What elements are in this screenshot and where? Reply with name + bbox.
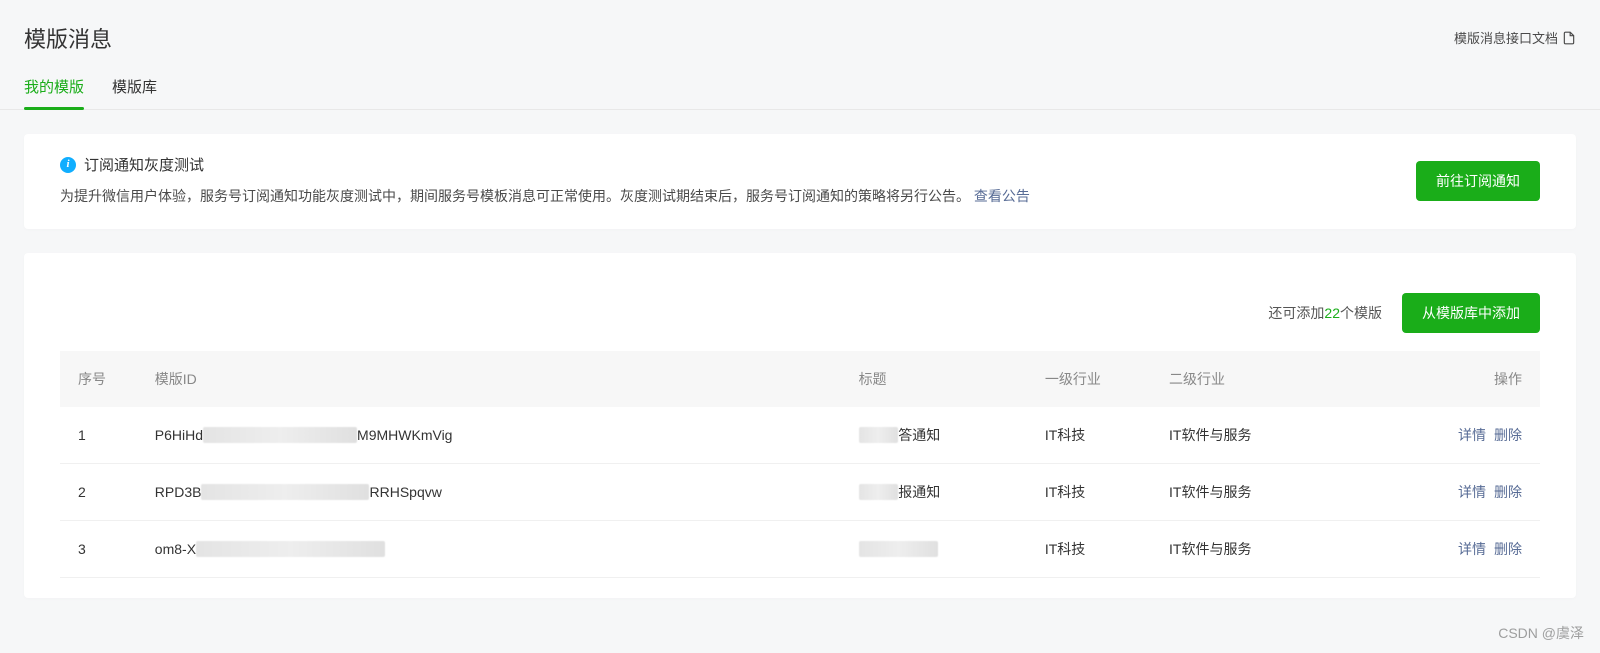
cell-ops: 详情删除 (1416, 521, 1540, 578)
quota-count: 22 (1324, 305, 1340, 321)
cell-template-id: P6HiHdxxxxxxxxxxxxxxxxxxxxxxM9MHWKmVig (143, 407, 847, 464)
th-cat2: 二级行业 (1157, 351, 1416, 407)
page-title: 模版消息 (24, 22, 112, 54)
th-id: 模版ID (143, 351, 847, 407)
quota-suffix: 个模版 (1340, 305, 1382, 321)
notice-announcement-link[interactable]: 查看公告 (974, 188, 1030, 204)
quota-prefix: 还可添加 (1268, 305, 1324, 321)
cell-cat2: IT软件与服务 (1157, 464, 1416, 521)
th-seq: 序号 (60, 351, 143, 407)
delete-link[interactable]: 删除 (1494, 484, 1522, 500)
watermark: CSDN @虞泽 (1498, 623, 1584, 643)
table-row: 2RPD3BxxxxxxxxxxxxxxxxxxxxxxxxRRHSpqvw██… (60, 464, 1540, 521)
table-row: 1P6HiHdxxxxxxxxxxxxxxxxxxxxxxM9MHWKmVig█… (60, 407, 1540, 464)
cell-template-id: RPD3BxxxxxxxxxxxxxxxxxxxxxxxxRRHSpqvw (143, 464, 847, 521)
cell-cat1: IT科技 (1033, 407, 1157, 464)
goto-subscribe-button[interactable]: 前往订阅通知 (1416, 161, 1540, 201)
cell-title: ████████ (847, 521, 1033, 578)
notice-desc: 为提升微信用户体验，服务号订阅通知功能灰度测试中，期间服务号模板消息可正常使用。… (60, 185, 1416, 207)
th-title: 标题 (847, 351, 1033, 407)
cell-seq: 1 (60, 407, 143, 464)
cell-ops: 详情删除 (1416, 407, 1540, 464)
tab-my-templates[interactable]: 我的模版 (24, 76, 84, 109)
detail-link[interactable]: 详情 (1458, 541, 1486, 557)
quota-text: 还可添加22个模版 (1268, 303, 1382, 323)
add-from-library-button[interactable]: 从模版库中添加 (1402, 293, 1540, 333)
tab-template-library[interactable]: 模版库 (112, 76, 157, 109)
doc-link[interactable]: 模版消息接口文档 (1454, 22, 1576, 47)
cell-title: ████报通知 (847, 464, 1033, 521)
notice-card: i 订阅通知灰度测试 为提升微信用户体验，服务号订阅通知功能灰度测试中，期间服务… (24, 134, 1576, 229)
templates-table: 序号 模版ID 标题 一级行业 二级行业 操作 1P6HiHdxxxxxxxxx… (60, 351, 1540, 578)
table-row: 3om8-Xxxxxxxxxxxxxxxxxxxxxxxxxxxx███████… (60, 521, 1540, 578)
table-card: 还可添加22个模版 从模版库中添加 序号 模版ID 标题 一级行业 二级行业 操… (24, 253, 1576, 598)
tabs: 我的模版 模版库 (0, 54, 1600, 110)
cell-cat2: IT软件与服务 (1157, 521, 1416, 578)
notice-title: 订阅通知灰度测试 (84, 154, 204, 175)
cell-template-id: om8-Xxxxxxxxxxxxxxxxxxxxxxxxxxxx (143, 521, 847, 578)
document-icon (1562, 31, 1576, 45)
detail-link[interactable]: 详情 (1458, 427, 1486, 443)
cell-cat2: IT软件与服务 (1157, 407, 1416, 464)
info-icon: i (60, 157, 76, 173)
th-cat1: 一级行业 (1033, 351, 1157, 407)
detail-link[interactable]: 详情 (1458, 484, 1486, 500)
cell-title: ████答通知 (847, 407, 1033, 464)
notice-desc-text: 为提升微信用户体验，服务号订阅通知功能灰度测试中，期间服务号模板消息可正常使用。… (60, 188, 970, 204)
delete-link[interactable]: 删除 (1494, 427, 1522, 443)
cell-ops: 详情删除 (1416, 464, 1540, 521)
th-ops: 操作 (1416, 351, 1540, 407)
cell-seq: 2 (60, 464, 143, 521)
delete-link[interactable]: 删除 (1494, 541, 1522, 557)
doc-link-label: 模版消息接口文档 (1454, 28, 1558, 47)
cell-cat1: IT科技 (1033, 521, 1157, 578)
cell-cat1: IT科技 (1033, 464, 1157, 521)
cell-seq: 3 (60, 521, 143, 578)
